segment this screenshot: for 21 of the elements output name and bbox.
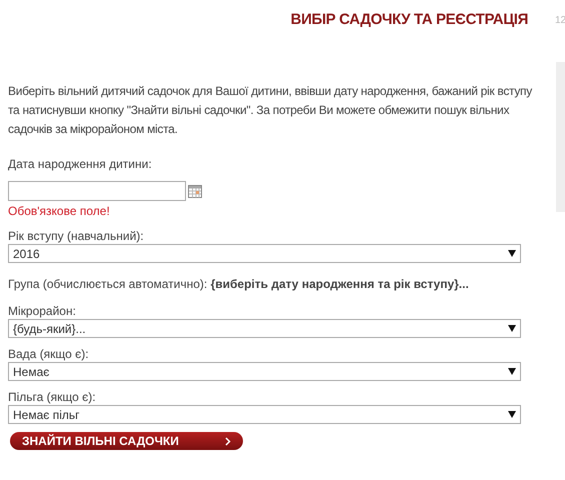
field-label: Вада (якщо є): xyxy=(8,346,90,362)
dropdown-arrow-icon xyxy=(508,325,516,332)
dropdown-select[interactable]: Немає xyxy=(8,362,521,381)
error-message: Обов'язкове поле! xyxy=(8,203,111,220)
dropdown-arrow-icon xyxy=(508,250,516,257)
field-label: Дата народження дитини: xyxy=(8,156,153,173)
field-label: Мікрорайон: xyxy=(8,303,77,319)
search-button[interactable]: ЗНАЙТИ ВІЛЬНІ САДОЧКИ xyxy=(10,432,243,450)
year-select[interactable]: 2016 xyxy=(8,244,521,263)
chevron-right-icon xyxy=(225,436,231,446)
intro-paragraph: Виберіть вільний дитячий садочок для Вашої дитини, ввівши дату народження, бажаний рік вступу та натиснувши кнопку "Знайти вільні садочки". За потреби Ви можете обмежити пошук вільних садочків за мікрорайоном міста. xyxy=(8,83,534,138)
page-title: ВИБІР САДОЧКУ ТА РЕЄСТРАЦІЯ xyxy=(290,10,528,30)
date-input[interactable] xyxy=(8,181,186,201)
group-text: Група (обчислюється автоматично): {виберіть дату народження та рік вступу}... xyxy=(8,276,470,293)
dropdown-arrow-icon xyxy=(508,411,516,418)
dropdown-arrow-icon xyxy=(508,368,516,375)
dropdown-select[interactable]: Немає пільг xyxy=(8,405,521,424)
dropdown-select[interactable]: {будь-який}... xyxy=(8,319,521,338)
field-label: Пільга (якщо є): xyxy=(8,389,97,405)
calendar-icon[interactable] xyxy=(188,184,202,198)
field-label: Рік вступу (навчальний): xyxy=(8,228,145,244)
